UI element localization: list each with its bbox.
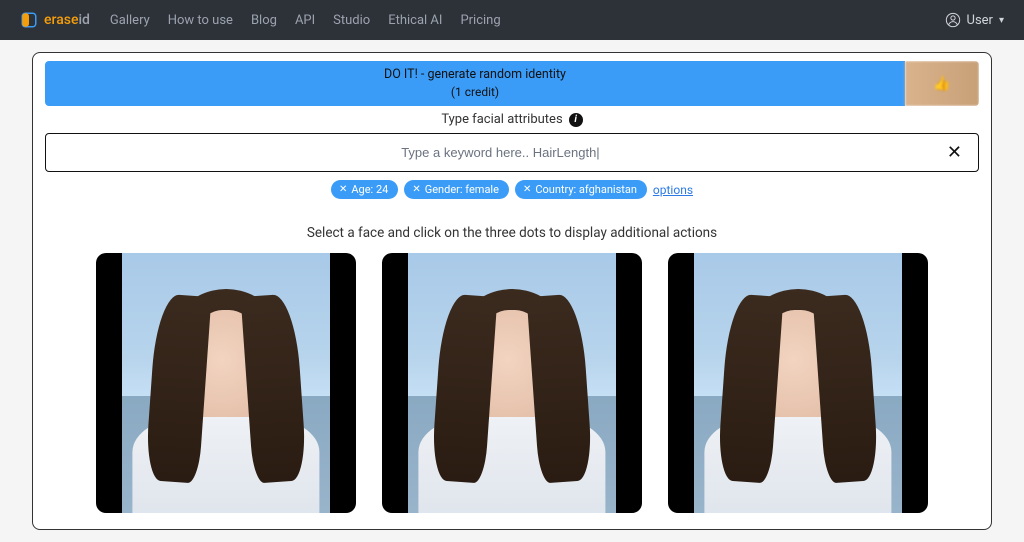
doit-row: DO IT! - generate random identity (1 cre…	[45, 61, 979, 106]
chip-label: Gender: female	[425, 183, 499, 196]
face-result-1[interactable]	[96, 253, 356, 513]
doit-thumb-button[interactable]: 👍	[905, 61, 979, 106]
attributes-label: Type facial attributes	[441, 112, 562, 127]
chip-remove-icon: ✕	[339, 184, 347, 195]
face-image	[122, 253, 330, 513]
attributes-label-row: Type facial attributes i	[45, 112, 979, 127]
info-icon[interactable]: i	[569, 113, 583, 127]
logo-icon	[20, 11, 38, 29]
nav-how-to-use[interactable]: How to use	[168, 13, 233, 28]
face-result-3[interactable]	[668, 253, 928, 513]
faces-row	[45, 253, 979, 513]
user-icon	[945, 12, 961, 28]
user-label: User	[967, 13, 993, 28]
chip-label: Age: 24	[351, 183, 388, 196]
chevron-down-icon: ▾	[999, 15, 1004, 26]
brand[interactable]: eraseid	[20, 11, 90, 29]
nav-gallery[interactable]: Gallery	[110, 13, 150, 28]
main-panel: DO IT! - generate random identity (1 cre…	[32, 52, 992, 530]
brand-text: eraseid	[44, 12, 90, 28]
face-instruction: Select a face and click on the three dot…	[45, 225, 979, 241]
nav-links: Gallery How to use Blog API Studio Ethic…	[110, 13, 945, 28]
options-link[interactable]: options	[653, 183, 693, 197]
top-nav: eraseid Gallery How to use Blog API Stud…	[0, 0, 1024, 40]
clear-input-icon[interactable]: ✕	[943, 142, 966, 163]
nav-blog[interactable]: Blog	[251, 13, 277, 28]
doit-button[interactable]: DO IT! - generate random identity (1 cre…	[45, 61, 905, 106]
face-image	[694, 253, 902, 513]
keyword-field[interactable]: ✕	[45, 133, 979, 172]
chips-row: ✕ Age: 24 ✕ Gender: female ✕ Country: af…	[45, 180, 979, 199]
chip-age[interactable]: ✕ Age: 24	[331, 180, 398, 199]
chip-gender[interactable]: ✕ Gender: female	[404, 180, 509, 199]
doit-line1: DO IT! - generate random identity	[45, 67, 905, 84]
face-image	[408, 253, 616, 513]
nav-api[interactable]: API	[295, 13, 315, 28]
nav-studio[interactable]: Studio	[333, 13, 370, 28]
doit-line2: (1 credit)	[45, 84, 905, 100]
chip-remove-icon: ✕	[523, 184, 531, 195]
nav-ethical-ai[interactable]: Ethical AI	[388, 13, 442, 28]
keyword-input[interactable]	[58, 145, 943, 160]
nav-pricing[interactable]: Pricing	[460, 13, 500, 28]
thumbs-up-icon: 👍	[933, 76, 950, 92]
chip-country[interactable]: ✕ Country: afghanistan	[515, 180, 647, 199]
face-result-2[interactable]	[382, 253, 642, 513]
user-menu[interactable]: User ▾	[945, 12, 1004, 28]
chip-label: Country: afghanistan	[535, 183, 637, 196]
chip-remove-icon: ✕	[412, 184, 420, 195]
